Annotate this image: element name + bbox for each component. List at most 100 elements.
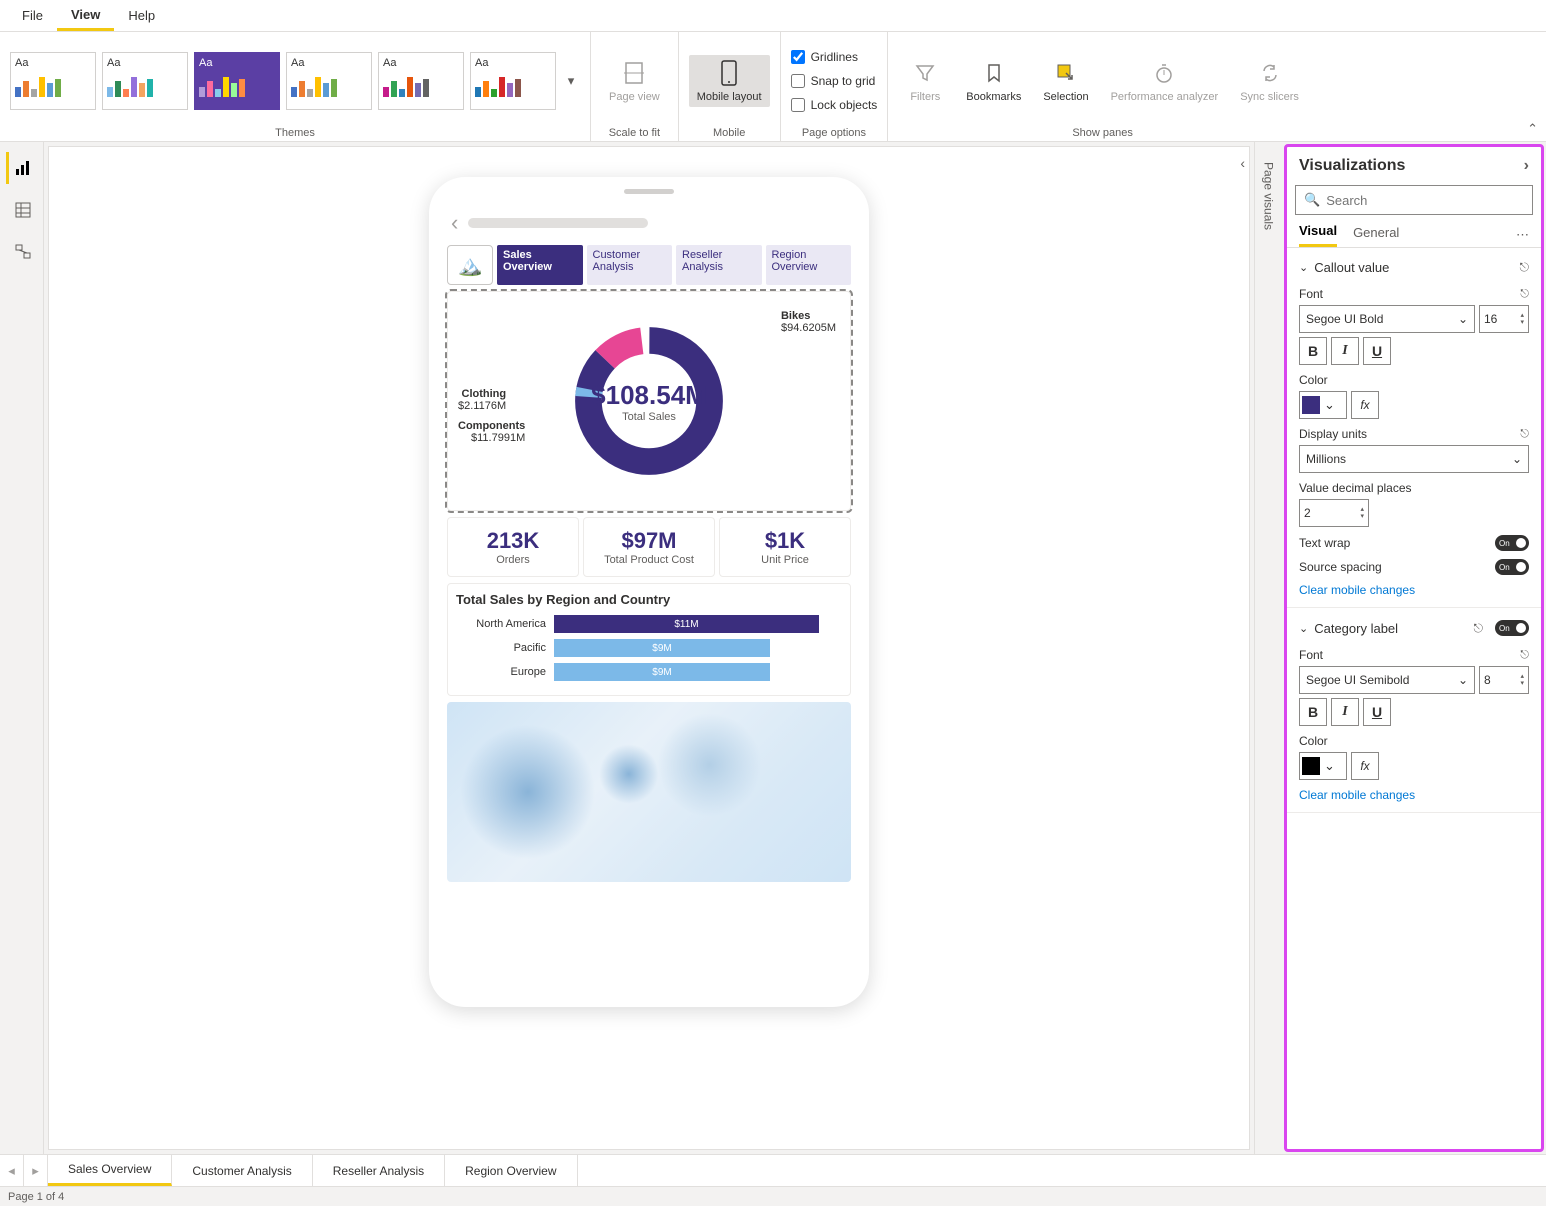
page-visuals-label: Page visuals (1262, 162, 1276, 230)
chevron-down-icon: ⌄ (1299, 622, 1308, 635)
tab-more[interactable]: ⋯ (1516, 227, 1529, 243)
underline-button[interactable]: U (1363, 337, 1391, 365)
italic-button[interactable]: I (1331, 337, 1359, 365)
mobile-icon (715, 59, 743, 87)
reset-icon[interactable]: ⎋ (1520, 649, 1529, 662)
filters-button[interactable]: Filters (898, 55, 952, 107)
kpi-orders[interactable]: 213KOrders (447, 517, 579, 577)
pagetab-sales-overview[interactable]: Sales Overview (48, 1155, 172, 1186)
clear-mobile-changes-link-2[interactable]: Clear mobile changes (1299, 780, 1529, 804)
canvas: ‹ ‹ 🏔️ Sales Overview Customer Analysis … (48, 146, 1250, 1150)
reset-icon[interactable]: ⎋ (1520, 428, 1529, 441)
kpi-product-cost[interactable]: $97MTotal Product Cost (583, 517, 715, 577)
color-picker-2[interactable]: ⌄ (1299, 752, 1347, 780)
expand-icon[interactable]: › (1524, 157, 1529, 175)
pagetab-next[interactable]: ▸ (24, 1155, 48, 1186)
bar-row-na: North America $11M (456, 615, 842, 633)
reset-icon[interactable]: ⎋ (1520, 288, 1529, 301)
bar-row-pacific: Pacific $9M (456, 639, 842, 657)
clear-mobile-changes-link[interactable]: Clear mobile changes (1299, 575, 1529, 599)
reset-icon[interactable]: ⎋ (1520, 260, 1530, 275)
fx-button-2[interactable]: fx (1351, 752, 1379, 780)
model-view-button[interactable] (6, 236, 38, 268)
selection-button[interactable]: Selection (1035, 55, 1096, 107)
tab-visual[interactable]: Visual (1299, 223, 1337, 247)
phone-tab-customer-analysis[interactable]: Customer Analysis (587, 245, 673, 285)
callout-components: Components$11.7991M (458, 420, 525, 444)
category-label-toggle[interactable]: On (1495, 620, 1529, 636)
theme-swatch-2[interactable]: Aa (102, 52, 188, 110)
phone-tab-reseller-analysis[interactable]: Reseller Analysis (676, 245, 762, 285)
ribbon-label-themes: Themes (275, 123, 315, 139)
pagetab-region-overview[interactable]: Region Overview (445, 1155, 577, 1186)
bold-button[interactable]: B (1299, 337, 1327, 365)
menu-view[interactable]: View (57, 1, 114, 31)
font-family-select[interactable]: Segoe UI Bold⌄ (1299, 305, 1475, 333)
section-callout-value: ⌄ Callout value ⎋ Font⎋ Segoe UI Bold⌄ 1… (1287, 248, 1541, 608)
theme-swatch-4[interactable]: Aa (286, 52, 372, 110)
decimals-input[interactable]: 2▴▾ (1299, 499, 1369, 527)
category-label-header[interactable]: ⌄ Category label ⎋ On (1299, 616, 1529, 640)
phone-mockup: ‹ 🏔️ Sales Overview Customer Analysis Re… (429, 177, 869, 1007)
total-sales-value: $108.54M (591, 380, 707, 411)
viz-search[interactable]: 🔍 (1295, 185, 1533, 215)
italic-button-2[interactable]: I (1331, 698, 1359, 726)
phone-tab-region-overview[interactable]: Region Overview (766, 245, 852, 285)
search-input[interactable] (1326, 193, 1524, 208)
collapse-pane-button[interactable]: ‹ (1240, 155, 1245, 171)
font-family-select-2[interactable]: Segoe UI Semibold⌄ (1299, 666, 1475, 694)
pagetab-reseller-analysis[interactable]: Reseller Analysis (313, 1155, 445, 1186)
mobile-layout-button[interactable]: Mobile layout (689, 55, 770, 107)
pagetab-prev[interactable]: ◂ (0, 1155, 24, 1186)
page-visuals-rail[interactable]: Page visuals (1254, 142, 1282, 1154)
fx-button[interactable]: fx (1351, 391, 1379, 419)
sync-slicers-button[interactable]: Sync slicers (1232, 55, 1307, 107)
bookmarks-button[interactable]: Bookmarks (958, 55, 1029, 107)
display-units-label: Display units⎋ (1299, 427, 1529, 441)
menu-help[interactable]: Help (114, 2, 169, 29)
theme-swatch-6[interactable]: Aa (470, 52, 556, 110)
report-view-button[interactable] (6, 152, 38, 184)
display-units-select[interactable]: Millions⌄ (1299, 445, 1529, 473)
total-sales-label: Total Sales (591, 411, 707, 423)
snap-to-grid-checkbox[interactable]: Snap to grid (791, 72, 876, 90)
gridlines-checkbox[interactable]: Gridlines (791, 48, 858, 66)
donut-visual[interactable]: $108.54M Total Sales Bikes$94.6205M Clot… (447, 291, 851, 511)
kpi-unit-price[interactable]: $1KUnit Price (719, 517, 851, 577)
underline-button-2[interactable]: U (1363, 698, 1391, 726)
menu-file[interactable]: File (8, 2, 57, 29)
tab-general[interactable]: General (1353, 225, 1399, 246)
reset-icon[interactable]: ⎋ (1474, 621, 1484, 636)
page-tabs: ◂ ▸ Sales Overview Customer Analysis Res… (0, 1154, 1546, 1186)
back-icon[interactable]: ‹ (451, 210, 458, 236)
pagetab-customer-analysis[interactable]: Customer Analysis (172, 1155, 312, 1186)
text-wrap-toggle[interactable]: On (1495, 535, 1529, 551)
theme-swatch-3-selected[interactable]: Aa (194, 52, 280, 110)
region-bar-visual[interactable]: Total Sales by Region and Country North … (447, 583, 851, 696)
theme-swatch-1[interactable]: Aa (10, 52, 96, 110)
bold-button-2[interactable]: B (1299, 698, 1327, 726)
font-size-input[interactable]: 16▴▾ (1479, 305, 1529, 333)
map-visual[interactable] (447, 702, 851, 882)
theme-more-dropdown[interactable]: ▾ (562, 73, 580, 89)
color-chip (1302, 757, 1320, 775)
ribbon-collapse-button[interactable]: ⌃ (1527, 121, 1538, 137)
source-spacing-toggle[interactable]: On (1495, 559, 1529, 575)
viz-title: Visualizations (1299, 157, 1405, 175)
page-view-button[interactable]: Page view (601, 55, 668, 107)
chevron-down-icon: ⌄ (1324, 397, 1335, 413)
phone-header: ‹ (443, 205, 855, 241)
font-size-input-2[interactable]: 8▴▾ (1479, 666, 1529, 694)
lock-objects-checkbox[interactable]: Lock objects (791, 96, 878, 114)
ribbon-group-mobile: Mobile layout Mobile (679, 32, 781, 141)
performance-analyzer-button[interactable]: Performance analyzer (1103, 55, 1227, 107)
callout-value-header[interactable]: ⌄ Callout value ⎋ (1299, 256, 1529, 279)
chevron-down-icon: ⌄ (1324, 758, 1335, 774)
data-view-button[interactable] (6, 194, 38, 226)
color-picker[interactable]: ⌄ (1299, 391, 1347, 419)
kpi-row: 213KOrders $97MTotal Product Cost $1KUni… (447, 517, 851, 577)
color-label: Color (1299, 373, 1529, 387)
phone-tab-sales-overview[interactable]: Sales Overview (497, 245, 583, 285)
theme-swatch-5[interactable]: Aa (378, 52, 464, 110)
source-spacing-row: Source spacing On (1299, 559, 1529, 575)
